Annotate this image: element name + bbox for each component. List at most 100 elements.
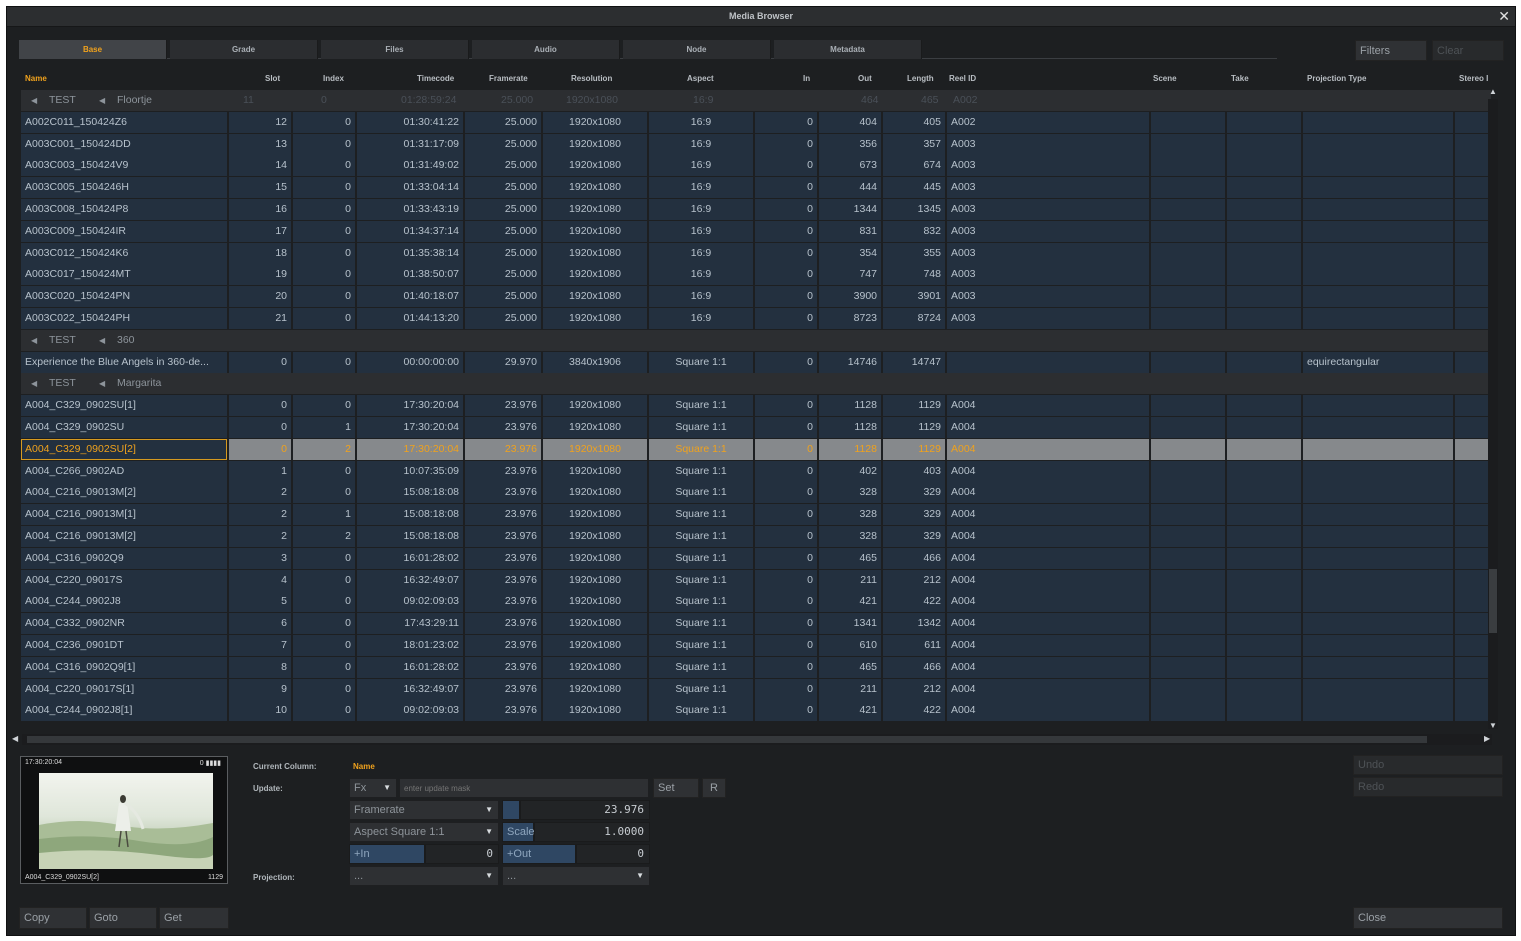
cell-tc[interactable]: 01:35:38:14 [357,242,463,264]
arrow-right-icon[interactable]: ▶ [1484,734,1490,743]
cell-scene[interactable] [1151,460,1225,482]
cell-fr[interactable]: 23.976 [465,613,541,635]
cell-slot[interactable]: 2 [229,504,291,526]
cell-aspect[interactable]: Square 1:1 [649,678,753,700]
cell-out[interactable]: 444 [819,177,881,199]
cell-out[interactable]: 421 [819,700,881,722]
cell-reel[interactable]: A004 [947,526,1149,547]
cell-out[interactable]: 831 [819,220,881,242]
cell-fr[interactable]: 25.000 [465,155,541,177]
cell-res[interactable]: 1920x1080 [543,656,647,678]
cell-take[interactable] [1227,308,1301,329]
cell-tc[interactable]: 15:08:18:08 [357,504,463,526]
cell-res[interactable]: 1920x1080 [543,286,647,308]
cell-out[interactable]: 1344 [819,199,881,220]
cell-len[interactable]: 1129 [883,438,945,460]
cell-fr[interactable]: 25.000 [465,199,541,220]
cell-res[interactable]: 1920x1080 [543,417,647,438]
triangle-left-icon[interactable]: ◀ [31,373,37,394]
triangle-left-icon[interactable]: ◀ [31,90,37,111]
cell-slot[interactable]: 0 [229,438,291,460]
table-row[interactable]: A003C020_150424PN 20 0 01:40:18:07 25.000 192… [21,286,1491,308]
cell-in[interactable]: 0 [755,656,817,678]
cell-len[interactable]: 405 [883,111,945,133]
cell-stereo[interactable] [1455,635,1491,656]
table-row[interactable]: A004_C316_0902Q9 3 0 16:01:28:02 23.976 1920x… [21,547,1491,569]
cell-take[interactable] [1227,526,1301,547]
column-header[interactable]: Scene [1153,74,1177,83]
table-row[interactable]: A003C003_150424V9 14 0 01:31:49:02 25.000 192… [21,155,1491,177]
cell-tc[interactable]: 01:33:43:19 [357,199,463,220]
cell-aspect[interactable]: Square 1:1 [649,395,753,417]
cell-scene[interactable] [1151,547,1225,569]
cell-index[interactable]: 0 [293,264,355,286]
cell-aspect[interactable]: Square 1:1 [649,351,753,373]
cell-name[interactable]: A003C009_150424IR [21,220,227,242]
cell-len[interactable]: 674 [883,155,945,177]
cell-res[interactable]: 1920x1080 [543,678,647,700]
cell-slot[interactable]: 6 [229,613,291,635]
framerate-slider[interactable] [502,800,520,820]
cell-fr[interactable]: 25.000 [465,177,541,199]
cell-scene[interactable] [1151,526,1225,547]
cell-out[interactable]: 1128 [819,417,881,438]
clip-preview[interactable]: 17:30:20:04 0 ▮▮▮▮ A004_C329_0902SU[2] 1… [20,756,228,884]
cell-proj[interactable] [1303,286,1453,308]
cell-res[interactable]: 1920x1080 [543,569,647,591]
cell-fr[interactable]: 23.976 [465,460,541,482]
cell-aspect[interactable]: Square 1:1 [649,482,753,504]
column-header[interactable]: Stereo I [1459,74,1488,83]
update-mask-input[interactable] [399,778,649,798]
cell-take[interactable] [1227,351,1301,373]
cell-res[interactable]: 1920x1080 [543,504,647,526]
cell-take[interactable] [1227,417,1301,438]
cell-fr[interactable]: 23.976 [465,700,541,722]
cell-name[interactable]: A003C012_150424K6 [21,242,227,264]
cell-tc[interactable]: 16:32:49:07 [357,678,463,700]
cell-tc[interactable]: 18:01:23:02 [357,635,463,656]
cell-index[interactable]: 0 [293,395,355,417]
cell-take[interactable] [1227,656,1301,678]
table-row[interactable]: A003C012_150424K6 18 0 01:35:38:14 25.000 192… [21,242,1491,264]
cell-stereo[interactable] [1455,242,1491,264]
cell-tc[interactable]: 17:30:20:04 [357,438,463,460]
cell-name[interactable]: A003C008_150424P8 [21,199,227,220]
undo-button[interactable]: Undo [1353,755,1503,775]
column-header[interactable]: Slot [265,74,280,83]
cell-take[interactable] [1227,264,1301,286]
cell-proj[interactable] [1303,220,1453,242]
cell-index[interactable]: 0 [293,482,355,504]
cell-proj[interactable] [1303,199,1453,220]
group-row[interactable]: ◀ TEST ◀ Margarita [21,373,1491,395]
cell-res[interactable]: 1920x1080 [543,460,647,482]
cell-in[interactable]: 0 [755,569,817,591]
cell-name[interactable]: A004_C244_0902J8[1] [21,700,227,722]
cell-tc[interactable]: 16:01:28:02 [357,656,463,678]
cell-take[interactable] [1227,438,1301,460]
cell-res[interactable]: 1920x1080 [543,526,647,547]
cell-fr[interactable]: 25.000 [465,111,541,133]
cell-in[interactable]: 0 [755,395,817,417]
cell-out[interactable]: 14746 [819,351,881,373]
cell-fr[interactable]: 23.976 [465,635,541,656]
r-button[interactable]: R [702,778,726,798]
cell-fr[interactable]: 25.000 [465,133,541,155]
cell-slot[interactable]: 16 [229,199,291,220]
column-header[interactable]: Resolution [571,74,612,83]
framerate-value-field[interactable]: 23.976 [520,800,650,820]
table-row[interactable]: A002C011_150424Z6 12 0 01:30:41:22 25.000 192… [21,111,1491,133]
cell-tc[interactable]: 01:31:49:02 [357,155,463,177]
redo-button[interactable]: Redo [1353,777,1503,797]
cell-proj[interactable] [1303,700,1453,722]
cell-in[interactable]: 0 [755,438,817,460]
cell-in[interactable]: 0 [755,678,817,700]
cell-take[interactable] [1227,199,1301,220]
cell-reel[interactable]: A003 [947,155,1149,177]
tab-metadata[interactable]: Metadata [774,40,922,59]
cell-take[interactable] [1227,591,1301,613]
cell-slot[interactable]: 5 [229,591,291,613]
out-value-field[interactable]: 0 [576,844,650,864]
cell-fr[interactable]: 23.976 [465,678,541,700]
cell-res[interactable]: 1920x1080 [543,395,647,417]
cell-name[interactable]: A004_C220_09017S[1] [21,678,227,700]
